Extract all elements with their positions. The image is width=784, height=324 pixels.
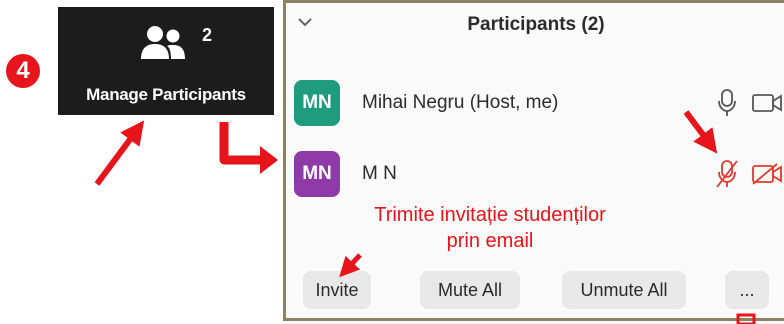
avatar: MN <box>294 80 340 126</box>
participant-name: Mihai Negru (Host, me) <box>362 92 559 113</box>
participant-row[interactable]: MN M N <box>286 151 784 201</box>
annotation-line: Trimite invitație studenților <box>374 204 606 226</box>
red-arrow <box>94 120 145 186</box>
annotation-note: Trimite invitație studenților prin email <box>330 202 650 254</box>
mute-all-button[interactable]: Mute All <box>420 271 520 309</box>
manage-participants-label: Manage Participants <box>86 85 246 104</box>
red-arrow <box>219 122 262 165</box>
participant-name: M N <box>362 163 397 184</box>
camera-icon[interactable] <box>751 92 783 114</box>
people-icon <box>141 26 185 59</box>
more-options-button[interactable]: ... <box>725 271 769 309</box>
avatar: MN <box>294 151 340 197</box>
manage-participants-button[interactable]: 2 Manage Participants <box>58 7 274 115</box>
camera-off-icon[interactable] <box>751 163 783 185</box>
microphone-icon[interactable] <box>716 88 738 118</box>
red-arrow <box>260 146 278 174</box>
panel-title: Participants (2) <box>467 14 605 35</box>
invite-button[interactable]: Invite <box>303 271 371 309</box>
unmute-all-button[interactable]: Unmute All <box>562 271 686 309</box>
step-badge: 4 <box>6 54 40 88</box>
participants-panel: Participants (2) MN Mihai Negru (Host, m… <box>283 0 784 321</box>
annotation-line: prin email <box>446 230 534 252</box>
participant-row[interactable]: MN Mihai Negru (Host, me) <box>286 80 784 130</box>
participant-count: 2 <box>202 25 213 45</box>
microphone-muted-icon[interactable] <box>716 159 738 189</box>
